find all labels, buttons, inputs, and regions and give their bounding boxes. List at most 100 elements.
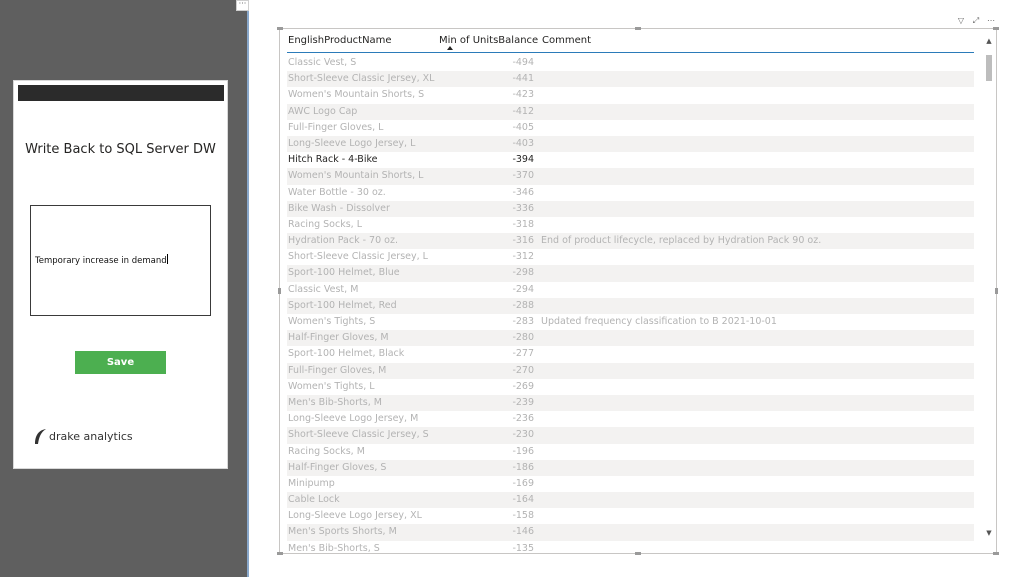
- table-row[interactable]: Sport-100 Helmet, Blue -298: [287, 265, 974, 282]
- cell-product-name: Racing Socks, L: [288, 218, 362, 230]
- scroll-down-icon[interactable]: ▼: [985, 529, 993, 537]
- resize-handle-top-left[interactable]: [277, 27, 283, 30]
- table-row[interactable]: Short-Sleeve Classic Jersey, S -230: [287, 427, 974, 444]
- resize-handle-bottom-left[interactable]: [277, 552, 283, 555]
- powerapp-card: Write Back to SQL Server DW Temporary in…: [13, 80, 228, 469]
- table-row[interactable]: Half-Finger Gloves, M -280: [287, 330, 974, 347]
- table-row[interactable]: Long-Sleeve Logo Jersey, M -236: [287, 411, 974, 427]
- table-row[interactable]: Hitch Rack - 4-Bike -394: [287, 152, 974, 168]
- cell-product-name: Minipump: [288, 477, 335, 489]
- table-row[interactable]: Long-Sleeve Logo Jersey, L -403: [287, 135, 974, 153]
- cell-product-name: Full-Finger Gloves, L: [288, 121, 384, 133]
- comment-input[interactable]: Temporary increase in demand: [30, 205, 211, 316]
- cell-units-balance: -283: [512, 316, 534, 327]
- table-row[interactable]: Cable Lock -164: [287, 492, 974, 509]
- cell-product-name: Classic Vest, S: [288, 57, 357, 68]
- cell-product-name: Men's Bib-Shorts, S: [288, 542, 380, 554]
- cell-product-name: Full-Finger Gloves, M: [288, 364, 387, 376]
- table-row[interactable]: Men's Bib-Shorts, M -239: [287, 394, 974, 412]
- table-row[interactable]: Long-Sleeve Logo Jersey, XL -158: [287, 508, 974, 524]
- cell-units-balance: -196: [512, 445, 534, 457]
- filter-icon[interactable]: ▽: [956, 16, 966, 26]
- cell-units-balance: -146: [512, 526, 534, 538]
- column-header-product[interactable]: EnglishProductName: [288, 35, 392, 46]
- save-button[interactable]: Save: [75, 351, 166, 374]
- table-row[interactable]: Sport-100 Helmet, Red -288: [287, 297, 974, 314]
- drake-logo-icon: [35, 429, 46, 444]
- vertical-scrollbar[interactable]: ▲ ▼: [984, 31, 994, 551]
- table-row[interactable]: Full-Finger Gloves, L -405: [287, 120, 974, 136]
- cell-comment: End of product lifecycle, replaced by Hy…: [541, 235, 822, 247]
- table-row[interactable]: Half-Finger Gloves, S -186: [287, 459, 974, 476]
- cell-units-balance: -318: [512, 218, 534, 230]
- cell-units-balance: -394: [512, 154, 534, 166]
- app-header-bar: [18, 85, 224, 101]
- cell-product-name: Classic Vest, M: [288, 283, 359, 295]
- table-row[interactable]: Racing Socks, M -196: [287, 444, 974, 460]
- cell-product-name: Short-Sleeve Classic Jersey, XL: [288, 73, 435, 85]
- cell-units-balance: -288: [512, 299, 534, 311]
- cell-comment: Updated frequency classification to B 20…: [541, 316, 777, 327]
- cell-product-name: Women's Tights, S: [288, 316, 376, 327]
- scroll-up-icon[interactable]: ▲: [985, 37, 993, 45]
- cell-units-balance: -403: [512, 137, 534, 149]
- table-row[interactable]: Classic Vest, M -294: [287, 282, 974, 298]
- cell-units-balance: -239: [512, 396, 534, 408]
- table-row[interactable]: Water Bottle - 30 oz. -346: [287, 185, 974, 201]
- cell-product-name: Men's Bib-Shorts, M: [288, 396, 382, 408]
- cell-product-name: Women's Mountain Shorts, S: [288, 89, 425, 101]
- cell-units-balance: -298: [512, 267, 534, 279]
- cell-units-balance: -164: [512, 494, 534, 506]
- cell-product-name: Sport-100 Helmet, Black: [288, 348, 405, 360]
- cell-product-name: Women's Mountain Shorts, L: [288, 170, 424, 182]
- table-row[interactable]: Minipump -169: [287, 476, 974, 492]
- column-header-comment[interactable]: Comment: [542, 35, 591, 46]
- table-row[interactable]: Women's Tights, S -283 Updated frequency c…: [287, 314, 974, 330]
- drake-analytics-logo: drake analytics: [33, 424, 133, 448]
- cell-product-name: Women's Tights, L: [288, 380, 375, 392]
- resize-handle-left[interactable]: [278, 288, 281, 294]
- cell-units-balance: -316: [512, 235, 534, 247]
- scrollbar-thumb[interactable]: [986, 55, 992, 81]
- column-header-units-balance[interactable]: Min of UnitsBalance: [439, 35, 538, 46]
- cell-units-balance: -441: [512, 73, 534, 85]
- table-row[interactable]: Sport-100 Helmet, Black -277: [287, 346, 974, 362]
- cell-units-balance: -370: [512, 170, 534, 182]
- cell-product-name: Men's Sports Shorts, M: [288, 526, 397, 538]
- table-row[interactable]: Classic Vest, S -494: [287, 55, 974, 71]
- cell-units-balance: -494: [512, 57, 534, 68]
- table-row[interactable]: Women's Mountain Shorts, S -423: [287, 87, 974, 103]
- cell-units-balance: -405: [512, 121, 534, 133]
- table-row[interactable]: Hydration Pack - 70 oz. -316 End of produc…: [287, 233, 974, 250]
- cell-product-name: Short-Sleeve Classic Jersey, S: [288, 429, 429, 441]
- table-header: EnglishProductName Min of UnitsBalance C…: [287, 29, 974, 53]
- table-row[interactable]: Women's Tights, L -269: [287, 379, 974, 395]
- table-row[interactable]: AWC Logo Cap -412: [287, 103, 974, 120]
- comment-input-text: Temporary increase in demand: [35, 256, 167, 266]
- table-row[interactable]: Women's Mountain Shorts, L -370: [287, 168, 974, 185]
- resize-handle-bottom-right[interactable]: [993, 552, 999, 555]
- cell-product-name: Half-Finger Gloves, S: [288, 461, 387, 473]
- cell-units-balance: -346: [512, 186, 534, 198]
- table-row[interactable]: Men's Sports Shorts, M -146: [287, 524, 974, 541]
- cell-units-balance: -230: [512, 429, 534, 441]
- cell-units-balance: -169: [512, 477, 534, 489]
- resize-handle-right[interactable]: [995, 288, 998, 294]
- cell-units-balance: -294: [512, 283, 534, 295]
- table-visual[interactable]: EnglishProductName Min of UnitsBalance C…: [277, 27, 999, 557]
- table-row[interactable]: Racing Socks, L -318: [287, 217, 974, 233]
- table-row[interactable]: Men's Bib-Shorts, S -135: [287, 541, 974, 557]
- table-row[interactable]: Short-Sleeve Classic Jersey, XL -441: [287, 71, 974, 88]
- sort-ascending-icon: [447, 46, 453, 50]
- cell-units-balance: -236: [512, 413, 534, 425]
- cell-product-name: Long-Sleeve Logo Jersey, M: [288, 413, 419, 425]
- focus-mode-icon[interactable]: ⤢: [971, 16, 981, 26]
- panel-more-options-icon[interactable]: ···: [236, 0, 249, 11]
- table-row[interactable]: Full-Finger Gloves, M -270: [287, 362, 974, 379]
- more-options-icon[interactable]: ⋯: [986, 16, 996, 26]
- cell-product-name: Short-Sleeve Classic Jersey, L: [288, 251, 428, 263]
- table-row[interactable]: Short-Sleeve Classic Jersey, L -312: [287, 249, 974, 265]
- table-row[interactable]: Bike Wash - Dissolver -336: [287, 200, 974, 217]
- app-title: Write Back to SQL Server DW: [25, 142, 216, 157]
- resize-handle-top-right[interactable]: [993, 27, 999, 30]
